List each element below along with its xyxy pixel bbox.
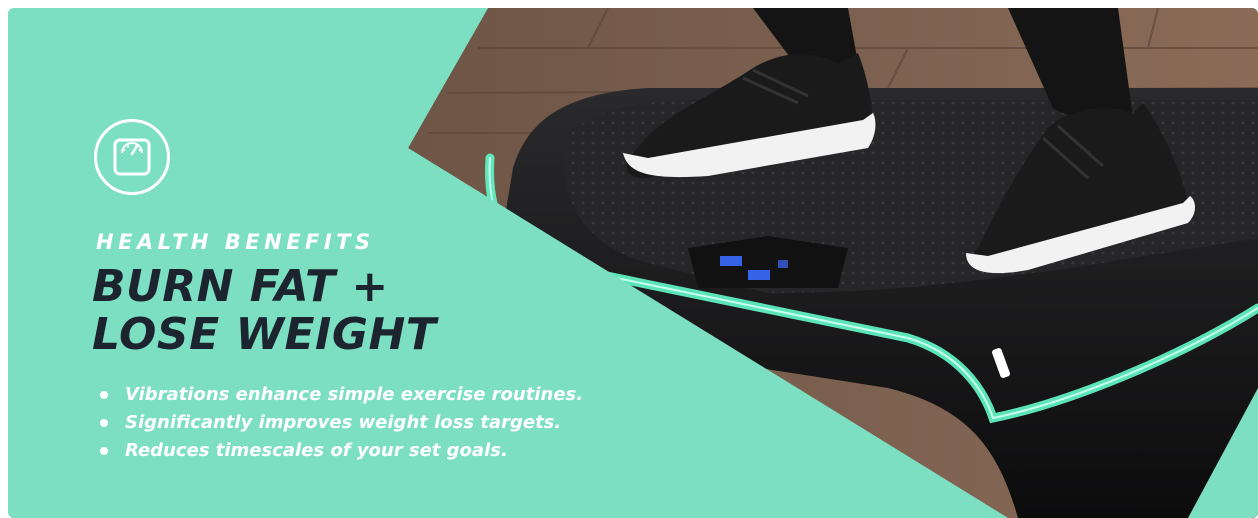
bullet-icon [100,419,108,427]
benefit-text: Reduces timescales of your set goals. [125,440,508,461]
headline-line-2: LOSE WEIGHT [92,309,437,360]
headline-line-1: BURN FAT + [92,261,389,312]
benefit-text: Vibrations enhance simple exercise routi… [125,384,584,405]
eyebrow-label: HEALTH BENEFITS [96,230,375,254]
health-benefits-banner: HEALTH BENEFITS BURN FAT + LOSE WEIGHT V… [8,8,1258,518]
bullet-icon [100,447,108,455]
headline: BURN FAT + LOSE WEIGHT [92,263,436,359]
benefits-list: Vibrations enhance simple exercise routi… [98,381,583,465]
benefit-item: Significantly improves weight loss targe… [98,409,583,437]
benefit-item: Vibrations enhance simple exercise routi… [98,381,583,409]
text-panel: HEALTH BENEFITS BURN FAT + LOSE WEIGHT V… [8,8,628,518]
benefit-item: Reduces timescales of your set goals. [98,437,583,465]
bullet-icon [100,391,108,399]
benefit-text: Significantly improves weight loss targe… [125,412,562,433]
bathroom-scale-icon [94,119,170,195]
